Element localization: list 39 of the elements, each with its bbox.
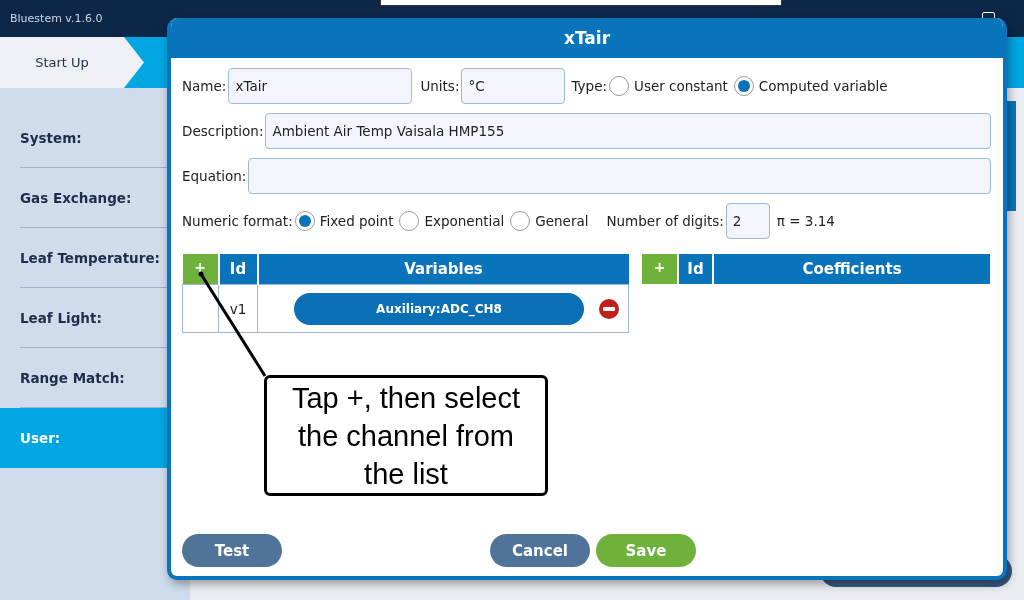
input-field[interactable]: xTair bbox=[228, 68, 413, 104]
radio-label: General bbox=[535, 213, 589, 229]
input-field[interactable]: Ambient Air Temp Vaisala HMP155 bbox=[265, 113, 992, 149]
sidebar-item[interactable]: Leaf Light: bbox=[0, 288, 190, 348]
column-header: Variables bbox=[257, 254, 629, 285]
field-label: Equation: bbox=[182, 168, 247, 184]
field-label: Units: bbox=[420, 78, 460, 94]
pi-preview: π = 3.14 bbox=[776, 213, 835, 229]
radio-label: User constant bbox=[634, 78, 728, 94]
radio-label: Fixed point bbox=[319, 213, 394, 229]
remove-icon[interactable] bbox=[598, 297, 620, 320]
column-header: Id bbox=[218, 254, 258, 285]
field-label: Description: bbox=[182, 123, 264, 139]
dialog-button[interactable]: Cancel bbox=[490, 534, 590, 567]
radio-label: Exponential bbox=[424, 213, 505, 229]
radio-button[interactable] bbox=[733, 76, 754, 96]
column-header: Coefficients bbox=[713, 254, 990, 284]
digits-field[interactable]: 2 bbox=[725, 203, 770, 239]
input-field[interactable] bbox=[248, 158, 992, 194]
channel-button[interactable]: Auxiliary:ADC_CH8 bbox=[294, 292, 584, 325]
column-header: Id bbox=[678, 254, 713, 284]
radio-label: Computed variable bbox=[758, 78, 888, 94]
dialog-title: xTair bbox=[171, 18, 1003, 58]
sidebar-item[interactable]: Range Match: bbox=[0, 348, 190, 408]
field-label: Name: bbox=[182, 78, 227, 94]
radio-button[interactable] bbox=[294, 211, 315, 231]
sidebar-item[interactable]: Leaf Temperature: bbox=[0, 228, 190, 288]
field-label: Numeric format: bbox=[182, 213, 293, 229]
radio-button[interactable] bbox=[510, 211, 531, 231]
breadcrumb-tab[interactable]: Start Up bbox=[0, 37, 144, 88]
input-field[interactable]: °C bbox=[461, 68, 566, 104]
dialog-button[interactable]: Test bbox=[182, 534, 282, 567]
app-version: Bluestem v.1.6.0 bbox=[10, 12, 103, 25]
field-label: Type: bbox=[571, 78, 608, 94]
radio-button[interactable] bbox=[399, 211, 420, 231]
radio-button[interactable] bbox=[609, 76, 630, 96]
field-label: Number of digits: bbox=[606, 213, 724, 229]
tip-callout: Tap +, then select the channel from the list bbox=[264, 375, 548, 496]
table-cell: v1 bbox=[218, 284, 258, 333]
